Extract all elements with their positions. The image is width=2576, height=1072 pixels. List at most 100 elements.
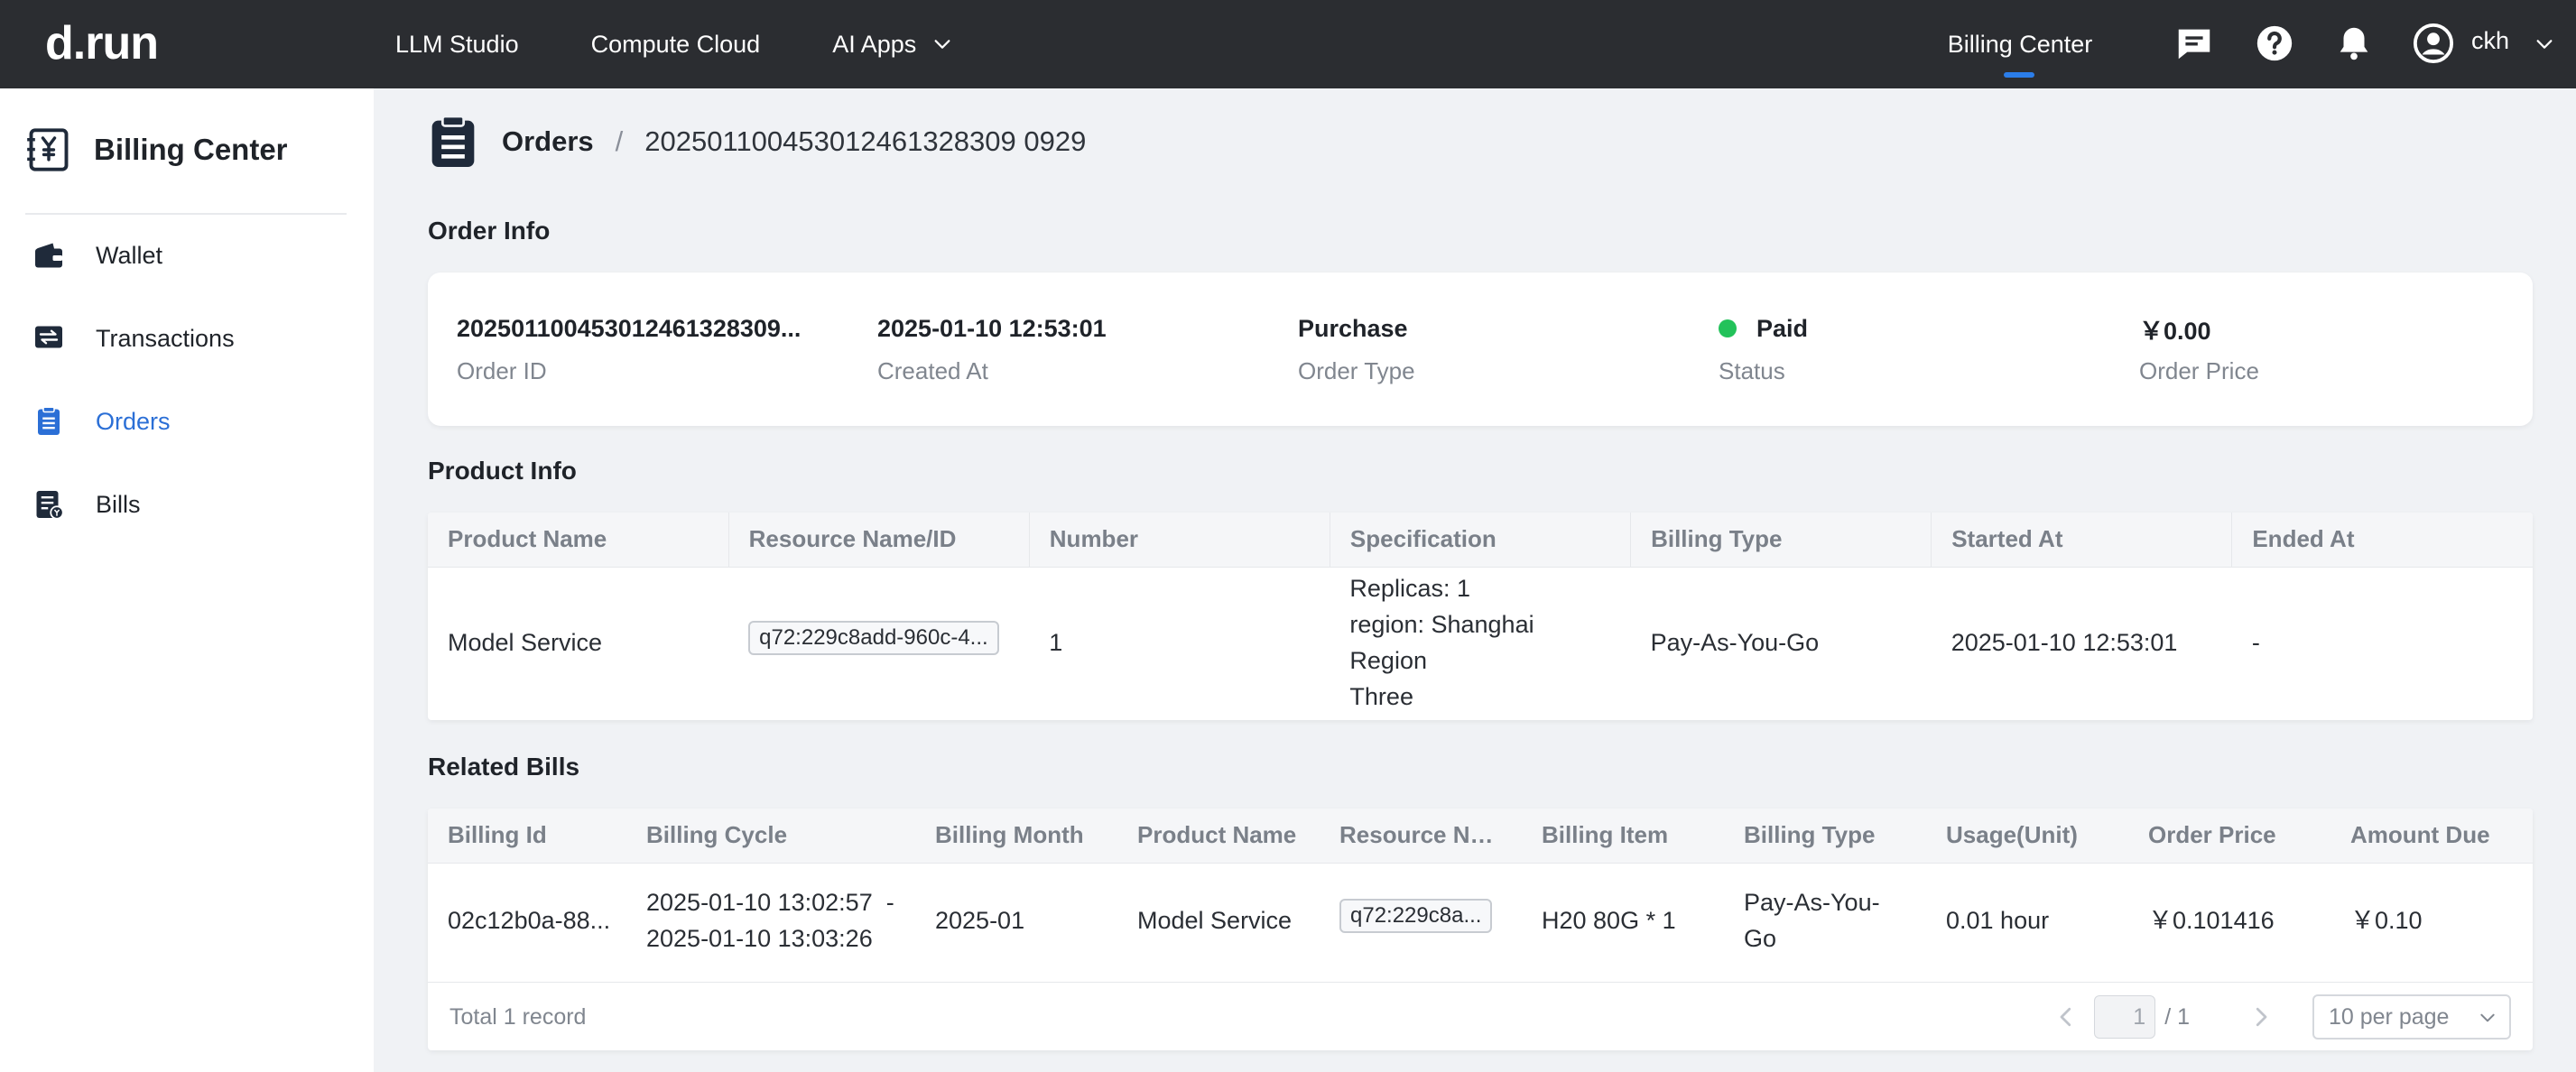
transactions-icon xyxy=(35,326,62,348)
sidebar-item-bills[interactable]: Bills xyxy=(32,477,339,531)
nav-ai-apps-label: AI Apps xyxy=(832,30,917,58)
nav-compute-cloud[interactable]: Compute Cloud xyxy=(591,31,761,59)
resource-tag[interactable]: q72:229c8a... xyxy=(1339,898,1493,933)
status-dot xyxy=(1719,319,1737,337)
status-value: Paid xyxy=(1756,314,1809,342)
table-footer: Total 1 record 1 / 1 10 per page xyxy=(428,982,2533,1050)
resource-tag[interactable]: q72:229c8add-960c-4... xyxy=(748,620,999,655)
column-header: Started At xyxy=(1931,513,2233,568)
sidebar-item-orders[interactable]: Orders xyxy=(32,394,339,448)
order-info-title: Order Info xyxy=(428,217,551,245)
product-info-table: Product Name Resource Name/ID Number Spe… xyxy=(428,513,2533,720)
order-id-label: Order ID xyxy=(457,357,547,384)
nav-compute-cloud-label: Compute Cloud xyxy=(590,30,761,58)
billing-month-cell: 2025-01 xyxy=(935,907,1025,935)
page-number-input[interactable]: 1 xyxy=(2094,995,2156,1039)
billing-type-cell: Pay-As-You-Go xyxy=(1744,889,1880,953)
nav-llm-studio-label: LLM Studio xyxy=(395,30,519,58)
spec-line: region: Shanghai Region xyxy=(1349,611,1534,675)
message-icon[interactable] xyxy=(2173,23,2215,64)
order-price-cell: ￥0.101416 xyxy=(2148,907,2275,935)
order-type-label: Order Type xyxy=(1298,357,1415,384)
sidebar-item-label: Orders xyxy=(96,407,171,435)
sidebar-item-label: Wallet xyxy=(96,241,163,269)
nav-billing-center-label: Billing Center xyxy=(1947,30,2093,58)
page-total: / 1 xyxy=(2164,1003,2190,1030)
created-at-value: 2025-01-10 12:53:01 xyxy=(877,314,1107,342)
column-header: Billing Type xyxy=(1724,809,1926,864)
page-size-select[interactable]: 10 per page xyxy=(2312,994,2511,1040)
table-row: 02c12b0a-88... 2025-01-10 13:02:57 - 202… xyxy=(428,863,2533,978)
nav-llm-studio[interactable]: LLM Studio xyxy=(395,31,519,59)
specification-cell: Replicas: 1 region: Shanghai Region Thre… xyxy=(1330,567,1630,718)
column-header: Resource Na... xyxy=(1320,809,1522,864)
column-header: Billing Type xyxy=(1630,513,1932,568)
sidebar-divider xyxy=(25,213,347,215)
billing-id-cell[interactable]: 02c12b0a-88... xyxy=(428,863,626,978)
nav-ai-apps[interactable]: AI Apps xyxy=(832,31,952,59)
nav-billing-center[interactable]: Billing Center xyxy=(1946,0,2094,88)
chevron-right-icon[interactable] xyxy=(2247,1003,2275,1030)
sidebar-item-wallet[interactable]: Wallet xyxy=(32,228,339,282)
sidebar-item-transactions[interactable]: Transactions xyxy=(32,311,339,365)
resource-cell: q72:229c8a... xyxy=(1320,863,1522,978)
column-header: Product Name xyxy=(428,513,729,568)
status-label: Status xyxy=(1719,357,1785,384)
order-type-field: Purchase Order Type xyxy=(1298,312,1415,385)
active-tab-indicator xyxy=(2004,72,2034,78)
billing-center-icon xyxy=(27,128,69,171)
resource-cell: q72:229c8add-960c-4... xyxy=(728,567,1029,718)
logo-text: d.run xyxy=(45,17,159,69)
pagination: 1 / 1 10 per page xyxy=(2052,993,2511,1040)
chevron-down-icon[interactable] xyxy=(2534,34,2554,54)
cycle-start: 2025-01-10 13:02:57 - xyxy=(646,889,894,917)
sidebar-title: Billing Center xyxy=(94,133,288,166)
usage-cell: 0.01 hour xyxy=(1946,907,2050,935)
user-name[interactable]: ckh xyxy=(2471,27,2509,55)
column-header: Billing Month xyxy=(915,809,1117,864)
breadcrumb-orders-link[interactable]: Orders xyxy=(502,125,594,158)
breadcrumb: Orders / 202501100453012461328309 0929 xyxy=(428,112,1086,171)
orders-icon xyxy=(431,115,475,167)
billing-type-cell: Pay-As-You-Go xyxy=(1650,629,1820,657)
table-header-row: Billing Id Billing Cycle Billing Month P… xyxy=(428,809,2533,864)
page-size-value: 10 per page xyxy=(2329,1003,2450,1030)
order-id-field: 2025011004530124613283​09... Order ID xyxy=(457,312,801,385)
status-field: Paid Status xyxy=(1719,312,1808,385)
related-bills-table: Billing Id Billing Cycle Billing Month P… xyxy=(428,809,2533,1050)
order-price-label: Order Price xyxy=(2139,357,2259,384)
column-header: Number xyxy=(1029,513,1330,568)
order-price-value: ￥0.00 xyxy=(2139,317,2211,345)
amount-due-cell: ￥0.10 xyxy=(2350,907,2423,935)
started-at-cell: 2025-01-10 12:53:01 xyxy=(1951,629,2178,657)
column-header: Billing Id xyxy=(428,809,626,864)
sidebar-header: Billing Center xyxy=(25,126,288,173)
bell-icon[interactable] xyxy=(2333,23,2375,64)
ended-at-cell: - xyxy=(2251,629,2260,657)
column-header: Amount Due xyxy=(2330,809,2533,864)
total-records: Total 1 record xyxy=(449,1004,587,1030)
product-name-cell: Model Service xyxy=(448,629,603,657)
column-header: Usage(Unit) xyxy=(1926,809,2128,864)
order-price-field: ￥0.00 Order Price xyxy=(2139,312,2259,385)
cycle-end: 2025-01-10 13:03:26 xyxy=(646,925,873,953)
product-name-cell: Model Service xyxy=(1137,907,1293,935)
column-header: Resource Name/ID xyxy=(728,513,1030,568)
help-icon[interactable] xyxy=(2254,23,2295,64)
column-header: Ended At xyxy=(2231,513,2533,568)
order-info-card: 2025011004530124613283​09... Order ID 20… xyxy=(428,273,2533,426)
related-bills-title: Related Bills xyxy=(428,753,580,781)
order-id-value: 2025011004530124613283​09... xyxy=(457,314,802,342)
top-bar: d.run LLM Studio Compute Cloud AI Apps B… xyxy=(0,0,2576,88)
logo[interactable]: d.run xyxy=(45,16,162,70)
orders-icon xyxy=(38,406,60,435)
chevron-left-icon[interactable] xyxy=(2052,1003,2080,1030)
billing-item-cell: H20 80G * 1 xyxy=(1542,907,1676,935)
user-avatar-icon[interactable] xyxy=(2413,23,2454,64)
column-header: Order Price xyxy=(2128,809,2330,864)
status-badge: Paid xyxy=(1719,312,1808,345)
spec-line: Three xyxy=(1349,683,1413,711)
wallet-icon xyxy=(35,243,62,268)
spec-line: Replicas: 1 xyxy=(1349,575,1470,603)
column-header: Billing Cycle xyxy=(626,809,915,864)
